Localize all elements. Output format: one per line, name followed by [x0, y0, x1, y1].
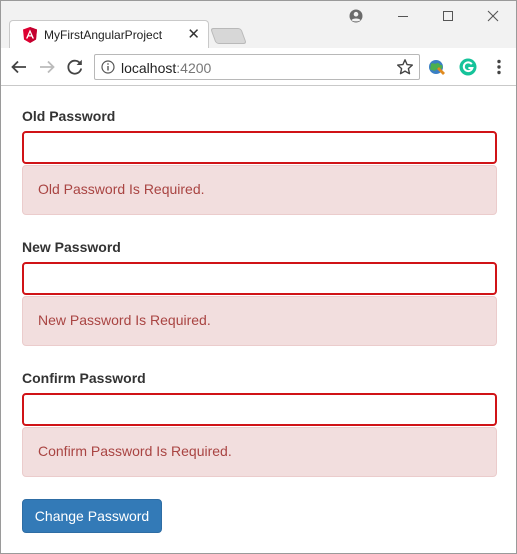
info-icon[interactable]: [101, 60, 115, 74]
maximize-icon[interactable]: [438, 6, 458, 26]
menu-kebab-icon[interactable]: [489, 57, 509, 77]
grammarly-icon[interactable]: [458, 57, 478, 77]
address-bar[interactable]: localhost:4200: [94, 54, 420, 80]
reload-icon[interactable]: [64, 56, 86, 78]
old-password-input[interactable]: [22, 131, 497, 164]
url-text[interactable]: localhost:4200: [121, 60, 211, 76]
old-password-label: Old Password: [22, 108, 116, 124]
tab-title: MyFirstAngularProject: [44, 28, 163, 42]
confirm-password-label: Confirm Password: [22, 370, 146, 386]
browser-window: MyFirstAngularProject ✕ localhost:4200 O…: [0, 0, 517, 554]
tab-active[interactable]: MyFirstAngularProject ✕: [9, 20, 209, 49]
bookmark-star-icon[interactable]: [396, 58, 414, 76]
extension-globe-icon[interactable]: [427, 57, 447, 77]
forward-arrow-icon[interactable]: [36, 56, 58, 78]
browser-toolbar: localhost:4200: [1, 48, 516, 86]
page-content: Old Password Old Password Is Required. N…: [1, 87, 516, 553]
window-close-icon[interactable]: [483, 6, 503, 26]
tab-close-icon[interactable]: ✕: [187, 25, 200, 45]
profile-icon[interactable]: [346, 6, 366, 26]
new-password-input[interactable]: [22, 262, 497, 295]
confirm-password-error: Confirm Password Is Required.: [22, 427, 497, 477]
change-password-button[interactable]: Change Password: [22, 499, 162, 533]
new-password-label: New Password: [22, 239, 121, 255]
tab-strip: MyFirstAngularProject ✕: [1, 1, 516, 49]
new-password-error: New Password Is Required.: [22, 296, 497, 346]
new-tab-button[interactable]: [210, 28, 247, 44]
angular-favicon-icon: [23, 27, 37, 43]
url-port: :4200: [176, 60, 212, 76]
minimize-icon[interactable]: [393, 6, 413, 26]
back-arrow-icon[interactable]: [8, 56, 30, 78]
url-host: localhost: [121, 60, 177, 76]
old-password-error: Old Password Is Required.: [22, 165, 497, 215]
confirm-password-input[interactable]: [22, 393, 497, 426]
